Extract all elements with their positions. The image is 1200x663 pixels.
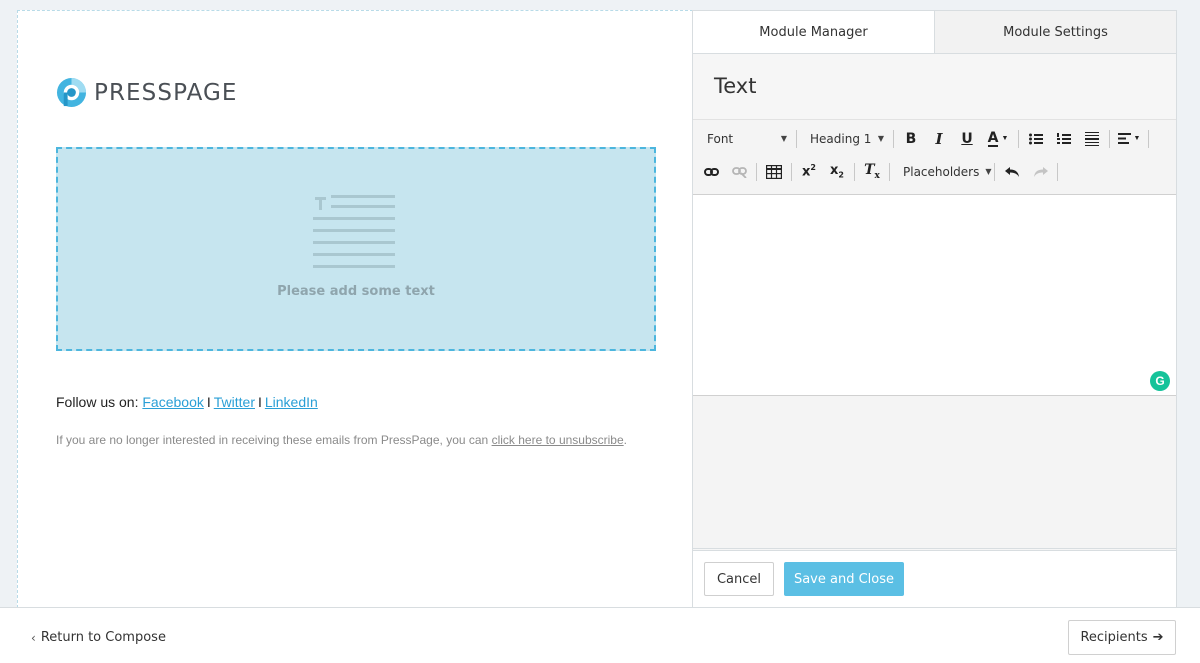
toolbar-divider bbox=[893, 129, 894, 148]
toolbar-divider bbox=[889, 162, 890, 181]
bulleted-list-button[interactable] bbox=[1022, 127, 1050, 151]
linkedin-link[interactable]: LinkedIn bbox=[265, 394, 318, 410]
toolbar-divider bbox=[1018, 129, 1019, 148]
unsubscribe-prefix: If you are no longer interested in recei… bbox=[56, 433, 489, 447]
italic-icon: I bbox=[935, 129, 943, 148]
toolbar-divider bbox=[796, 129, 797, 148]
return-to-compose-link[interactable]: ‹ Return to Compose bbox=[31, 630, 166, 645]
clear-formatting-icon: Tx bbox=[864, 162, 880, 181]
save-and-close-button[interactable]: Save and Close bbox=[784, 562, 904, 596]
text-module-placeholder[interactable]: Please add some text bbox=[56, 147, 656, 351]
chevron-down-icon: ▼ bbox=[985, 167, 992, 176]
bottom-bar: ‹ Return to Compose Recipients ➔ bbox=[0, 607, 1200, 663]
chevron-down-icon: ▼ bbox=[877, 134, 884, 143]
link-button[interactable] bbox=[697, 160, 725, 184]
unsubscribe-link[interactable]: click here to unsubscribe bbox=[492, 433, 624, 447]
chevron-down-icon: ▼ bbox=[1001, 135, 1009, 142]
panel-title: Text bbox=[693, 54, 1176, 120]
editor-toolbar: Font ▼ Heading 1 ▼ B I U A ▼ ▼ x2 x2 Tx … bbox=[693, 120, 1176, 195]
heading-select-label: Heading 1 bbox=[810, 131, 872, 146]
social-follow-line: Follow us on: Facebook I Twitter I LinkedIn bbox=[56, 394, 318, 410]
tab-module-manager[interactable]: Module Manager bbox=[693, 11, 935, 53]
cancel-button[interactable]: Cancel bbox=[704, 562, 774, 596]
text-block-icon bbox=[313, 195, 395, 268]
font-select-label: Font bbox=[707, 131, 734, 146]
logo-text: PRESSPAGE bbox=[94, 79, 238, 106]
presspage-logo: PRESSPAGE bbox=[56, 77, 238, 108]
arrow-right-icon: ➔ bbox=[1152, 630, 1164, 645]
italic-button[interactable]: I bbox=[925, 127, 953, 151]
toolbar-row-2: x2 x2 Tx Placeholders ▼ bbox=[697, 155, 1172, 188]
redo-button[interactable] bbox=[1026, 160, 1054, 184]
text-color-icon: A bbox=[987, 129, 999, 147]
toolbar-row-1: Font ▼ Heading 1 ▼ B I U A ▼ ▼ bbox=[697, 122, 1172, 155]
numbered-list-icon bbox=[1057, 132, 1071, 144]
superscript-icon: x2 bbox=[802, 163, 816, 180]
toolbar-divider bbox=[1057, 162, 1058, 181]
table-icon bbox=[766, 164, 782, 179]
horizontal-rule-button[interactable] bbox=[1078, 127, 1106, 151]
bold-icon: B bbox=[905, 130, 917, 147]
placeholders-select-label: Placeholders bbox=[903, 164, 980, 179]
grammarly-icon[interactable]: G bbox=[1150, 371, 1170, 391]
unsubscribe-line: If you are no longer interested in recei… bbox=[56, 433, 627, 447]
align-left-icon bbox=[1117, 133, 1131, 144]
table-button[interactable] bbox=[760, 160, 788, 184]
underline-icon: U bbox=[961, 130, 973, 147]
heading-select[interactable]: Heading 1 ▼ bbox=[800, 127, 890, 151]
return-label: Return to Compose bbox=[40, 630, 166, 645]
unlink-icon bbox=[731, 166, 747, 178]
bold-button[interactable]: B bbox=[897, 127, 925, 151]
unlink-button[interactable] bbox=[725, 160, 753, 184]
align-button[interactable]: ▼ bbox=[1113, 127, 1145, 151]
link-separator: I bbox=[206, 394, 211, 410]
chevron-down-icon: ▼ bbox=[780, 134, 787, 143]
undo-icon bbox=[1004, 166, 1019, 177]
toolbar-divider bbox=[791, 162, 792, 181]
underline-button[interactable]: U bbox=[953, 127, 981, 151]
chevron-left-icon: ‹ bbox=[31, 630, 36, 645]
toolbar-divider bbox=[994, 162, 995, 181]
panel-footer: Cancel Save and Close bbox=[693, 550, 1176, 607]
link-icon bbox=[703, 167, 719, 176]
toolbar-divider bbox=[1109, 129, 1110, 148]
chevron-down-icon: ▼ bbox=[1133, 135, 1141, 142]
panel-blank-area bbox=[693, 396, 1176, 549]
follow-prefix: Follow us on: bbox=[56, 394, 139, 410]
undo-button[interactable] bbox=[998, 160, 1026, 184]
email-canvas: PRESSPAGE Please add some text Follow us… bbox=[17, 10, 693, 608]
toolbar-divider bbox=[756, 162, 757, 181]
unsubscribe-suffix: . bbox=[623, 433, 627, 447]
horizontal-rule-icon bbox=[1085, 131, 1099, 146]
tab-module-settings[interactable]: Module Settings bbox=[935, 11, 1176, 53]
redo-icon bbox=[1033, 166, 1048, 177]
rich-text-editor[interactable]: G bbox=[693, 195, 1176, 396]
clear-formatting-button[interactable]: Tx bbox=[858, 160, 886, 184]
subscript-button[interactable]: x2 bbox=[823, 160, 851, 184]
placeholders-select[interactable]: Placeholders ▼ bbox=[893, 160, 992, 184]
facebook-link[interactable]: Facebook bbox=[142, 394, 203, 410]
recipients-label: Recipients bbox=[1080, 630, 1148, 645]
module-panel: Module Manager Module Settings Text Font… bbox=[692, 10, 1177, 608]
presspage-logo-icon bbox=[56, 77, 87, 108]
font-select[interactable]: Font ▼ bbox=[697, 127, 793, 151]
recipients-button[interactable]: Recipients ➔ bbox=[1068, 620, 1176, 655]
subscript-icon: x2 bbox=[830, 163, 844, 180]
placeholder-label: Please add some text bbox=[277, 284, 435, 299]
superscript-button[interactable]: x2 bbox=[795, 160, 823, 184]
toolbar-divider bbox=[854, 162, 855, 181]
bulleted-list-icon bbox=[1029, 133, 1043, 144]
numbered-list-button[interactable] bbox=[1050, 127, 1078, 151]
twitter-link[interactable]: Twitter bbox=[214, 394, 255, 410]
toolbar-divider bbox=[1148, 129, 1149, 148]
panel-tabs: Module Manager Module Settings bbox=[693, 11, 1176, 54]
text-color-button[interactable]: A ▼ bbox=[981, 127, 1015, 151]
link-separator: I bbox=[257, 394, 262, 410]
